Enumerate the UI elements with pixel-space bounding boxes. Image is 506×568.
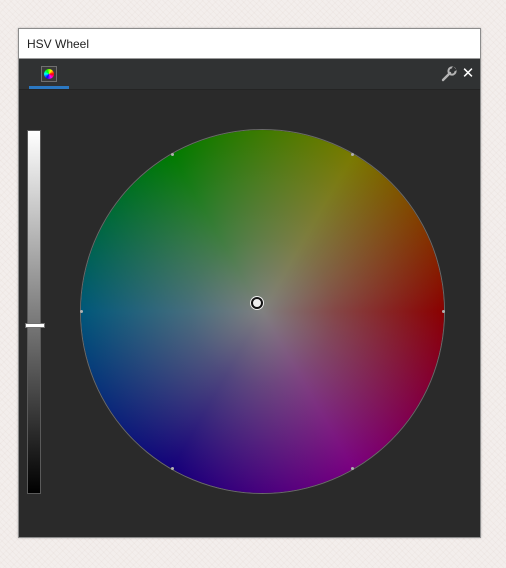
color-wheel-container (80, 130, 445, 493)
wheel-tick (442, 310, 445, 313)
window-title: HSV Wheel (27, 37, 90, 51)
wheel-panel (19, 90, 480, 537)
wheel-tick (171, 153, 174, 156)
selected-color-marker[interactable] (251, 297, 263, 309)
docker-tab-bar: ✕ (19, 59, 480, 90)
hsv-wheel-window: HSV Wheel ✕ (18, 28, 481, 538)
close-button[interactable]: ✕ (460, 64, 476, 82)
wheel-tick (171, 467, 174, 470)
value-slider[interactable] (25, 130, 45, 494)
hsv-color-wheel[interactable] (81, 130, 444, 493)
wrench-icon[interactable] (440, 65, 458, 83)
value-slider-handle[interactable] (25, 323, 45, 328)
wheel-tick (351, 467, 354, 470)
window-titlebar[interactable]: HSV Wheel (19, 29, 480, 59)
wheel-tick (351, 153, 354, 156)
tab-hsv-wheel[interactable] (29, 59, 69, 89)
wheel-tick (80, 310, 83, 313)
color-wheel-icon (41, 66, 57, 82)
